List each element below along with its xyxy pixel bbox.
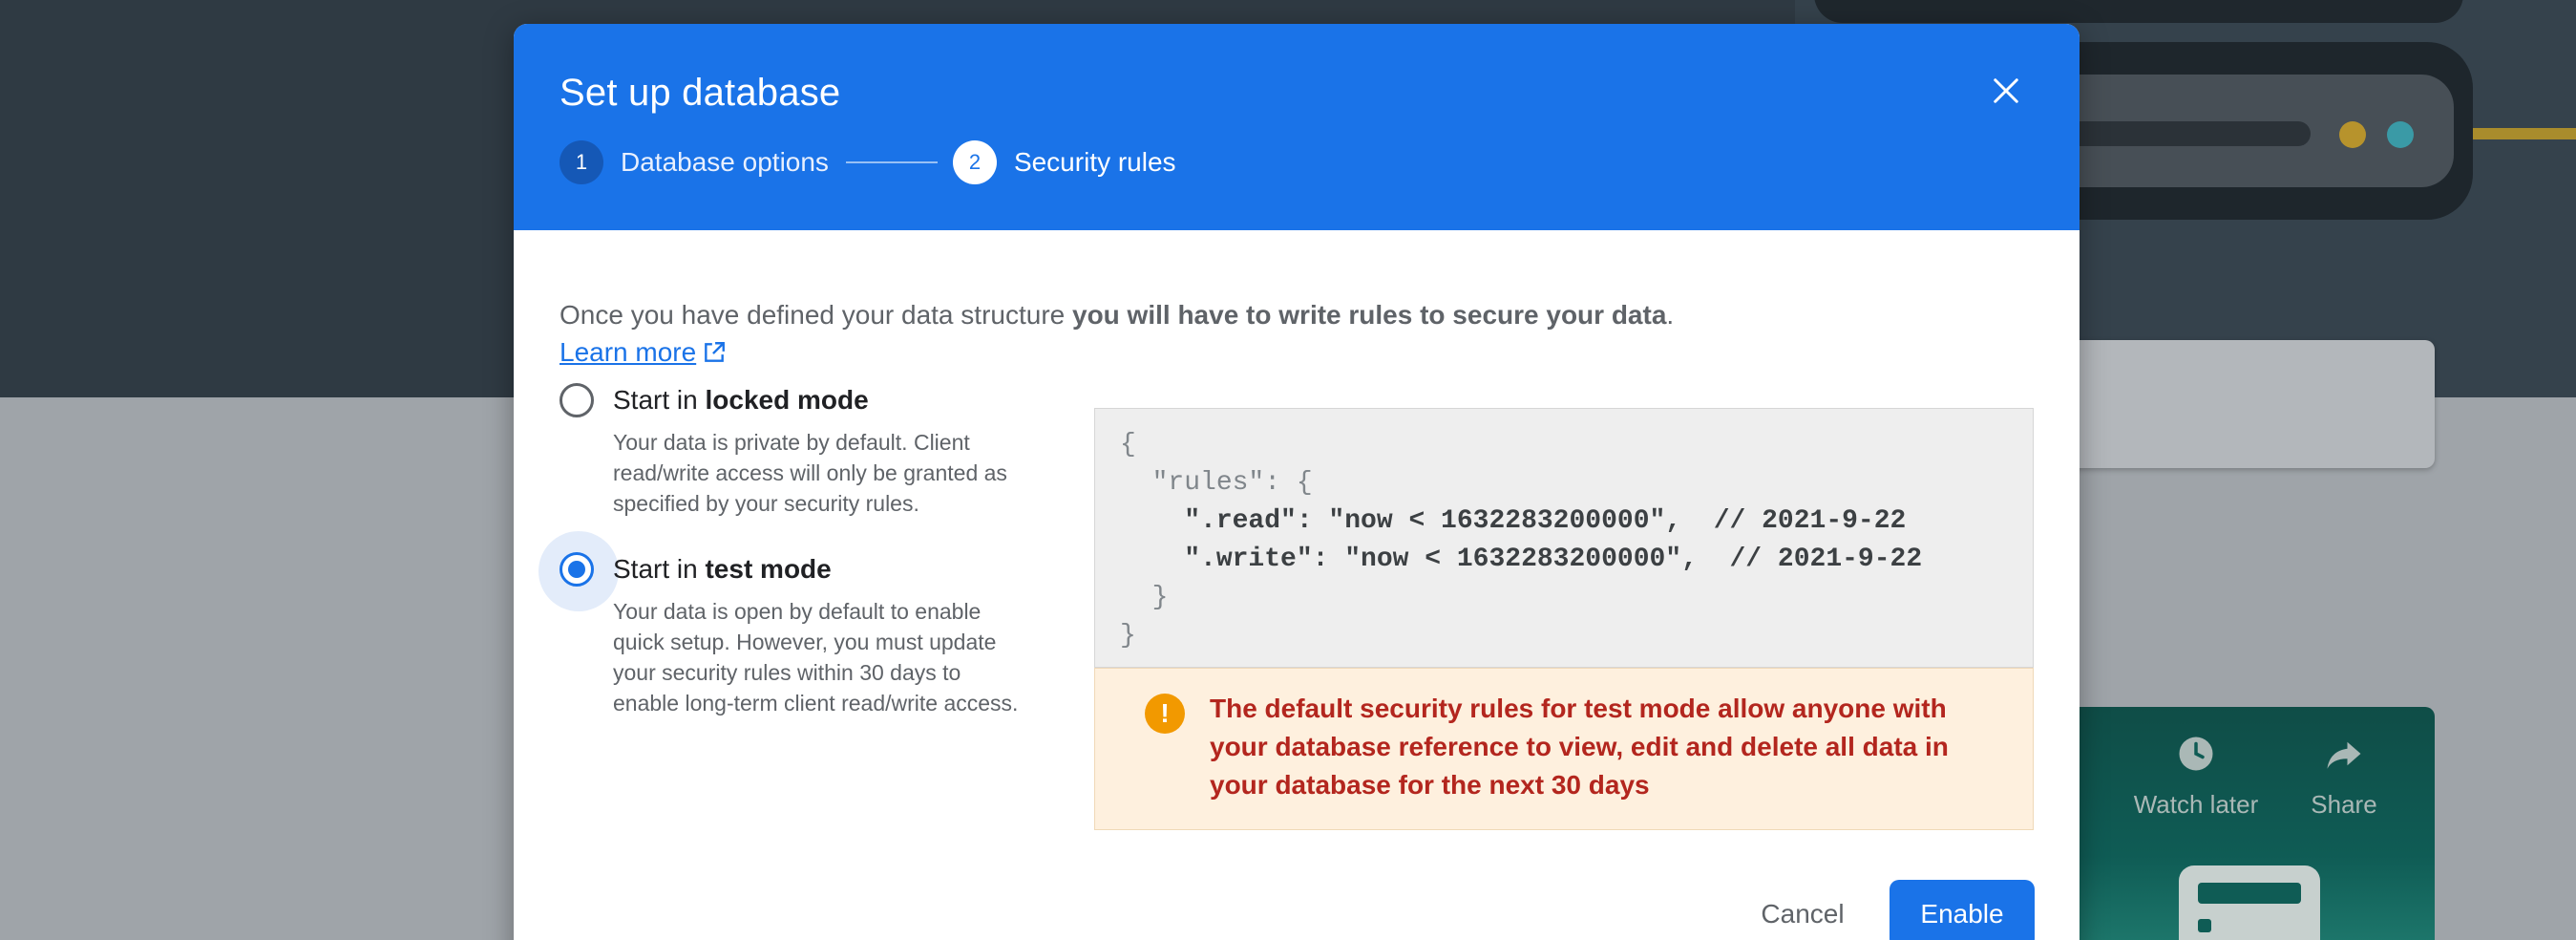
step-1-label: Database options — [621, 147, 829, 177]
test-mode-title: Start in test mode — [613, 552, 832, 587]
setup-database-dialog: Set up database 1 Database options 2 Sec… — [514, 24, 2080, 940]
server-cable — [2473, 128, 2576, 139]
watch-later-action: Watch later — [2120, 734, 2272, 820]
security-rules-code: { "rules": { ".read": "now < 16322832000… — [1094, 408, 2034, 668]
code-line: ".read": "now < 1632283200000", // 2021-… — [1120, 506, 1907, 536]
intro-text-suffix: . — [1666, 300, 1675, 330]
code-line: } — [1120, 583, 1169, 612]
video-thumbnail-bar — [2198, 883, 2301, 904]
code-line: } — [1120, 621, 1136, 651]
locked-mode-description: Your data is private by default. Client … — [613, 430, 1007, 516]
close-button[interactable] — [1982, 69, 2030, 117]
learn-more-link[interactable]: Learn more — [560, 337, 727, 368]
step-connector — [845, 161, 938, 163]
step-2-number: 2 — [952, 140, 997, 184]
test-mode-warning: ! The default security rules for test mo… — [1094, 668, 2034, 830]
dialog-body: Once you have defined your data structur… — [514, 230, 2080, 940]
video-thumbnail-dot — [2198, 919, 2211, 932]
test-mode-title-bold: test mode — [705, 554, 832, 584]
stepper: 1 Database options 2 Security rules — [560, 139, 1176, 186]
warning-icon: ! — [1145, 694, 1185, 734]
share-label: Share — [2311, 790, 2377, 819]
watch-later-label: Watch later — [2133, 790, 2259, 819]
step-1-number: 1 — [560, 140, 603, 184]
code-line: { — [1120, 430, 1136, 459]
code-line: ".write": "now < 1632283200000", // 2021… — [1120, 545, 1923, 574]
server-illustration-slot — [2043, 121, 2311, 146]
server-light-yellow — [2339, 121, 2366, 148]
test-mode-radio[interactable] — [560, 552, 594, 587]
locked-mode-title-bold: locked mode — [705, 385, 869, 415]
locked-mode-title-prefix: Start in — [613, 385, 706, 415]
test-mode-description: Your data is open by default to enable q… — [613, 599, 1019, 716]
warning-text: The default security rules for test mode… — [1210, 694, 1949, 800]
locked-mode-radio[interactable] — [560, 383, 594, 417]
external-link-icon — [702, 340, 727, 365]
dialog-title: Set up database — [560, 72, 841, 114]
enable-button[interactable]: Enable — [1890, 880, 2035, 940]
clock-icon — [2120, 734, 2272, 780]
server-light-cyan — [2387, 121, 2414, 148]
share-arrow-icon — [2272, 734, 2416, 780]
dialog-header: Set up database 1 Database options 2 Sec… — [514, 24, 2080, 230]
learn-more-label: Learn more — [560, 337, 697, 367]
test-mode-title-prefix: Start in — [613, 554, 706, 584]
cancel-button[interactable]: Cancel — [1717, 880, 1889, 940]
intro-text-bold: you will have to write rules to secure y… — [1072, 300, 1667, 330]
locked-mode-title: Start in locked mode — [613, 383, 869, 417]
share-action: Share — [2272, 734, 2416, 820]
intro-text: Once you have defined your data structur… — [560, 297, 1992, 333]
server-illustration-top — [1814, 0, 2463, 23]
code-line: "rules": { — [1120, 468, 1313, 498]
close-icon — [1992, 76, 2020, 110]
step-2-label: Security rules — [1013, 147, 1176, 177]
intro-text-main: Once you have defined your data structur… — [560, 300, 1072, 330]
